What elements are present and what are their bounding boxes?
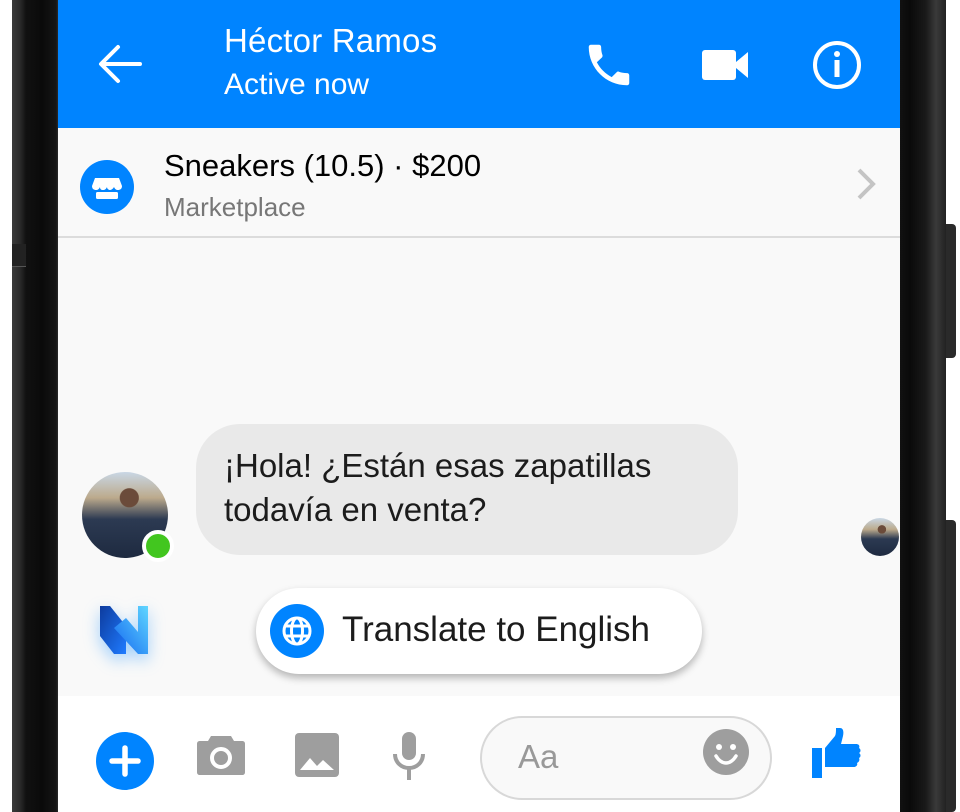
camera-button[interactable] bbox=[196, 732, 246, 778]
emoji-icon bbox=[703, 729, 749, 775]
video-camera-icon bbox=[702, 50, 748, 80]
back-button[interactable] bbox=[96, 44, 142, 84]
power-button bbox=[946, 520, 956, 812]
phone-side-button bbox=[12, 244, 26, 267]
chevron-right-icon bbox=[857, 168, 876, 200]
message-bubble[interactable]: ¡Hola! ¿Están esas zapatillas todavía en… bbox=[196, 424, 738, 555]
camera-icon bbox=[197, 736, 245, 775]
gallery-icon bbox=[295, 733, 339, 777]
marketplace-item-banner[interactable]: Sneakers (10.5) · $200 Marketplace bbox=[58, 128, 900, 238]
more-actions-button[interactable] bbox=[96, 732, 154, 790]
voice-call-button[interactable] bbox=[582, 38, 636, 92]
phone-icon bbox=[588, 44, 630, 86]
online-indicator bbox=[142, 530, 174, 562]
back-arrow-icon bbox=[99, 45, 142, 83]
read-receipt-avatar bbox=[861, 518, 899, 556]
storefront-icon bbox=[80, 160, 134, 214]
active-status: Active now bbox=[224, 68, 370, 101]
conversation-info-button[interactable] bbox=[810, 38, 864, 92]
messenger-screen: Héctor Ramos Active now Sneakers (10.5) … bbox=[58, 0, 900, 812]
message-composer: Aa bbox=[58, 696, 900, 812]
contact-name[interactable]: Héctor Ramos bbox=[224, 22, 437, 60]
translate-suggestion-button[interactable]: Translate to English bbox=[256, 588, 702, 674]
send-like-button[interactable] bbox=[810, 726, 864, 780]
globe-icon bbox=[270, 604, 324, 658]
microphone-icon bbox=[393, 732, 425, 780]
marketplace-item-title: Sneakers (10.5) · $200 bbox=[164, 148, 482, 183]
info-icon bbox=[813, 41, 861, 89]
message-input-placeholder: Aa bbox=[518, 738, 559, 775]
plus-icon bbox=[109, 745, 141, 777]
phone-frame-right bbox=[900, 0, 946, 812]
volume-button bbox=[946, 224, 956, 358]
voice-message-button[interactable] bbox=[390, 730, 428, 782]
emoji-button[interactable] bbox=[702, 728, 750, 776]
message-text: ¡Hola! ¿Están esas zapatillas todavía en… bbox=[224, 447, 652, 528]
phone-frame-left bbox=[12, 0, 58, 812]
gallery-button[interactable] bbox=[294, 732, 340, 778]
marketplace-source-label: Marketplace bbox=[164, 192, 306, 222]
video-call-button[interactable] bbox=[698, 38, 752, 92]
translate-label: Translate to English bbox=[342, 610, 651, 649]
conversation-header: Héctor Ramos Active now bbox=[58, 0, 900, 128]
thumbs-up-icon bbox=[812, 728, 861, 778]
m-assistant-icon bbox=[94, 600, 154, 660]
